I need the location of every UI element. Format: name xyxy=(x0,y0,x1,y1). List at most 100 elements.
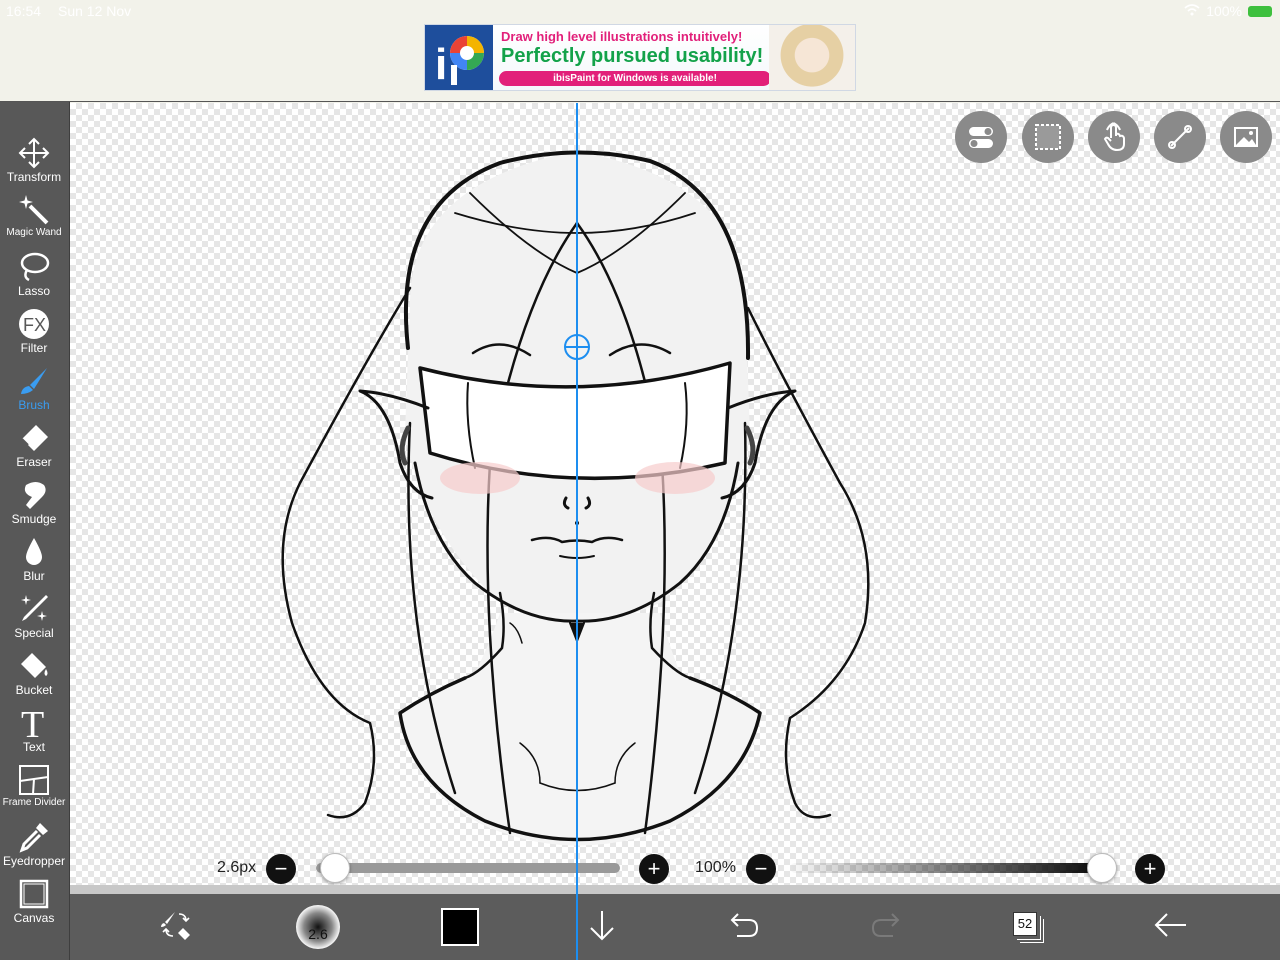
tool-lasso[interactable]: Lasso xyxy=(0,250,68,306)
tool-filter[interactable]: FX Filter xyxy=(0,307,68,363)
ad-subheadline: Perfectly pursued usability! xyxy=(501,45,764,67)
tool-label: Eraser xyxy=(16,455,52,469)
fx-icon: FX xyxy=(17,307,51,341)
minus-icon: − xyxy=(274,856,288,881)
ibispaint-screen: i Draw high level illustrations intuitiv… xyxy=(0,0,1280,960)
back-button[interactable] xyxy=(1140,894,1200,960)
drawing-canvas[interactable]: 2.6px − + 100% − + xyxy=(70,103,1280,885)
text-t-icon: T xyxy=(17,706,51,740)
opacity-slider-knob[interactable] xyxy=(1087,853,1117,883)
minus-icon: − xyxy=(754,856,768,881)
symmetry-ruler-center-handle[interactable] xyxy=(564,334,590,360)
undo-button[interactable] xyxy=(714,894,774,960)
selection-icon[interactable] xyxy=(1022,111,1074,163)
brush-icon xyxy=(17,364,51,398)
toggle-icon[interactable] xyxy=(955,111,1007,163)
sparkle-pen-icon xyxy=(17,592,51,626)
tool-canvas[interactable]: Canvas xyxy=(0,877,68,933)
status-right: 100% xyxy=(1184,3,1272,19)
ad-headline: Draw high level illustrations intuitivel… xyxy=(501,29,743,44)
move-arrows-icon xyxy=(17,136,51,170)
tool-label: Bucket xyxy=(15,683,53,697)
tool-magic-wand[interactable]: Magic Wand xyxy=(0,193,68,249)
battery-icon xyxy=(1248,5,1272,17)
tool-label: Magic Wand xyxy=(6,227,62,238)
current-color-swatch xyxy=(441,908,479,946)
tool-eyedropper[interactable]: Eyedropper xyxy=(0,820,68,876)
status-date: Sun 12 Nov xyxy=(58,3,132,19)
tool-label: Filter xyxy=(20,341,48,355)
brush-size-slider-knob[interactable] xyxy=(320,853,351,883)
tool-eraser[interactable]: Eraser xyxy=(0,421,68,477)
tool-label: Brush xyxy=(18,398,50,412)
arrow-left-icon xyxy=(1152,910,1188,945)
opacity-slider[interactable] xyxy=(790,863,1112,873)
tool-blur[interactable]: Blur xyxy=(0,535,68,591)
brush-settings-button[interactable]: 2.6 xyxy=(288,894,348,960)
svg-text:i: i xyxy=(435,40,447,89)
tool-label: Frame Divider xyxy=(2,797,66,808)
tool-label: Smudge xyxy=(11,512,57,526)
tool-text[interactable]: T Text xyxy=(0,706,68,762)
brush-size-label: 2.6px xyxy=(217,859,257,876)
tool-transform[interactable]: Transform xyxy=(0,136,68,192)
layers-icon: 52 xyxy=(1013,912,1044,943)
bucket-icon xyxy=(17,649,51,683)
arrow-down-icon xyxy=(586,908,618,947)
eyedropper-icon xyxy=(17,820,51,854)
hand-touch-icon[interactable] xyxy=(1088,111,1140,163)
magic-wand-icon xyxy=(17,193,51,227)
wifi-icon xyxy=(1184,3,1200,19)
opacity-increase-button[interactable]: + xyxy=(1135,854,1165,884)
brush-size-slider[interactable] xyxy=(316,863,620,873)
download-button[interactable] xyxy=(572,894,632,960)
brush-size-decrease-button[interactable]: − xyxy=(266,854,296,884)
tool-label: Eyedropper xyxy=(2,854,66,868)
swap-tool-button[interactable] xyxy=(146,894,206,960)
tool-smudge[interactable]: Smudge xyxy=(0,478,68,534)
svg-text:FX: FX xyxy=(23,315,46,335)
tool-label: Text xyxy=(22,740,45,754)
tool-bucket[interactable]: Bucket xyxy=(0,649,68,705)
tool-palette: Transform Magic Wand Lasso FX Filter Bru… xyxy=(0,102,70,960)
reference-image-icon[interactable] xyxy=(1220,111,1272,163)
layers-button[interactable]: 52 xyxy=(998,894,1058,960)
ad-portrait-image xyxy=(769,25,855,90)
brush-size-increase-button[interactable]: + xyxy=(639,854,669,884)
brush-size-preview-value: 2.6 xyxy=(308,926,328,942)
tool-label: Canvas xyxy=(13,911,55,925)
color-picker-button[interactable] xyxy=(430,894,490,960)
tool-frame-divider[interactable]: Frame Divider xyxy=(0,763,68,819)
status-time: 16:54 xyxy=(6,3,42,19)
battery-percent: 100% xyxy=(1206,3,1242,19)
blur-drop-icon xyxy=(17,535,51,569)
opacity-label: 100% xyxy=(695,859,736,876)
brush-eraser-swap-icon xyxy=(159,908,193,947)
ibispaint-logo-icon: i xyxy=(425,25,493,90)
redo-icon xyxy=(869,910,903,945)
tool-special[interactable]: Special xyxy=(0,592,68,648)
frame-divider-icon xyxy=(17,763,51,797)
status-bar: 16:54 Sun 12 Nov 100% xyxy=(0,0,1280,22)
opacity-decrease-button[interactable]: − xyxy=(746,854,776,884)
plus-icon: + xyxy=(1143,856,1157,881)
tool-label: Transform xyxy=(6,170,62,184)
lasso-icon xyxy=(17,250,51,284)
tool-label: Lasso xyxy=(17,284,51,298)
eraser-icon xyxy=(17,421,51,455)
redo-button[interactable] xyxy=(856,894,916,960)
plus-icon: + xyxy=(647,856,661,881)
ruler-icon[interactable] xyxy=(1154,111,1206,163)
tool-label: Blur xyxy=(23,569,45,583)
canvas-square-icon xyxy=(17,877,51,911)
ad-tagline: ibisPaint for Windows is available! xyxy=(499,71,771,86)
ad-banner[interactable]: i Draw high level illustrations intuitiv… xyxy=(424,24,856,91)
bottom-toolbar: 2.6 52 xyxy=(70,885,1280,960)
tool-brush[interactable]: Brush xyxy=(0,364,68,420)
svg-text:T: T xyxy=(21,706,44,740)
brush-preview: 2.6 xyxy=(296,905,340,949)
layer-count: 52 xyxy=(1013,912,1037,936)
undo-icon xyxy=(727,910,761,945)
line-art-drawing xyxy=(281,150,870,846)
tool-label: Special xyxy=(14,626,54,640)
